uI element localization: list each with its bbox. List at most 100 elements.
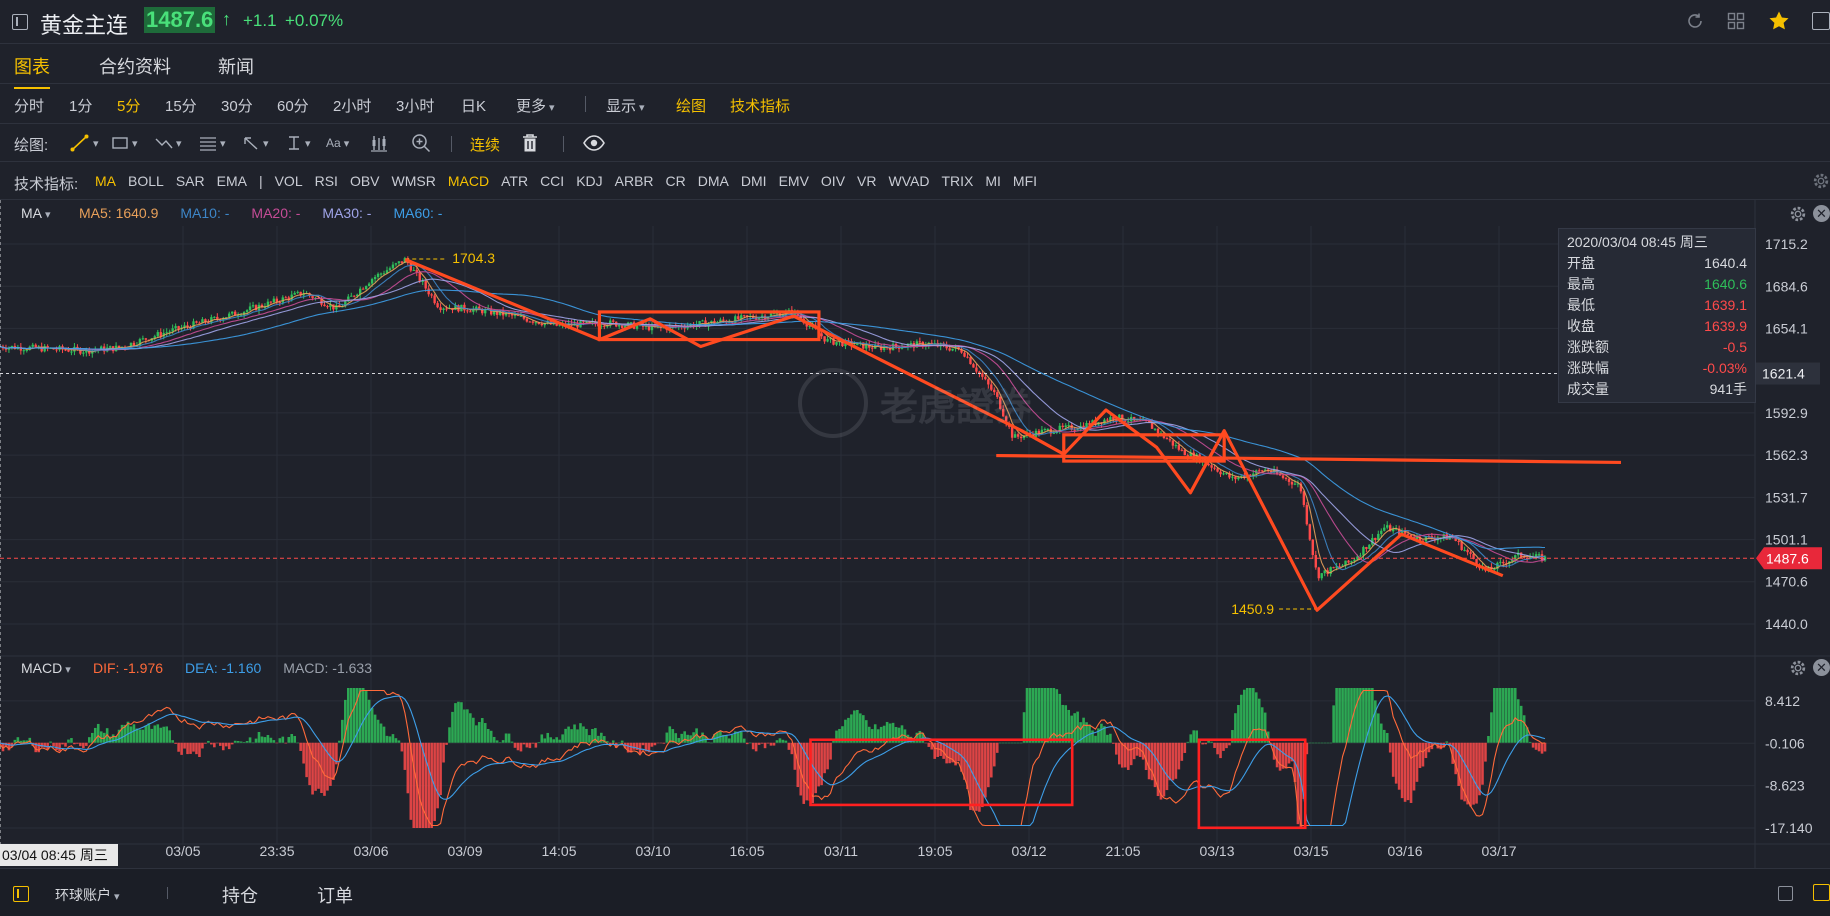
indicator-macd[interactable]: MACD [448,173,489,189]
macd-histogram-bar [641,742,645,746]
macd-histogram-bar [924,742,928,744]
measure-tool-icon[interactable] [286,124,311,162]
macd-histogram-bar [1216,742,1219,755]
macd-histogram-bar [412,742,416,828]
main-pane-close-icon[interactable]: ✕ [1813,205,1830,222]
account-panel-icon[interactable] [13,886,29,902]
macd-histogram-bar [1332,705,1335,743]
macd-histogram-bar [549,737,553,743]
period-more-dropdown[interactable]: 更多 [516,95,555,116]
orders-tab[interactable]: 订单 [317,882,353,908]
fibonacci-tool-icon[interactable] [199,124,226,162]
rectangle-tool-icon[interactable] [111,124,138,162]
indicator-rsi[interactable]: RSI [315,173,338,189]
macd-pane-close-icon[interactable]: ✕ [1813,659,1830,676]
candle-body [25,349,28,351]
indicator-arbr[interactable]: ARBR [615,173,654,189]
candle-body [1258,470,1261,472]
indicator-emv[interactable]: EMV [779,173,809,189]
macd-histogram-bar [418,742,422,828]
indicator-vol[interactable]: VOL [275,173,303,189]
main-indicator-selector[interactable]: MA [21,205,79,221]
candle-body [1287,478,1291,482]
candle-body [737,316,740,320]
candle-body [436,303,439,308]
macd-histogram-bar [742,738,746,743]
indicator-settings-gear-icon[interactable] [1812,172,1830,195]
period-3hour[interactable]: 3小时 [396,95,434,116]
indicator-atr[interactable]: ATR [501,173,528,189]
indicator-boll[interactable]: BOLL [128,173,164,189]
indicator-ema[interactable]: EMA [217,173,247,189]
popout-window-icon[interactable] [1778,886,1793,901]
trash-icon[interactable] [521,124,539,162]
continuous-draw-toggle[interactable]: 连续 [470,134,500,155]
period-1min[interactable]: 1分 [69,95,92,116]
period-60min[interactable]: 60分 [277,95,309,116]
text-tool[interactable]: Aa [326,124,349,162]
indicator-cr[interactable]: CR [666,173,686,189]
macd-histogram-bar [1031,688,1035,743]
line-tool-icon[interactable] [70,124,99,162]
macd-tick-label: 8.412 [1765,693,1800,709]
indicator-vr[interactable]: VR [857,173,876,189]
indicator-oiv[interactable]: OIV [821,173,845,189]
macd-histogram-bar [1445,741,1449,743]
macd-histogram-bar [751,742,755,750]
candle-body [1406,533,1410,535]
indicator-wmsr[interactable]: WMSR [392,173,436,189]
candle-body [388,268,392,271]
macd-pane-gear-icon[interactable] [1789,659,1807,682]
indicator-kdj[interactable]: KDJ [576,173,602,189]
tab-chart[interactable]: 图表 [14,53,50,89]
indicator-dma[interactable]: DMA [698,173,729,189]
account-selector[interactable]: 环球账户 [55,885,120,905]
star-favorite-icon[interactable] [1768,10,1790,32]
period-intraday[interactable]: 分时 [14,95,44,116]
indicator-trix[interactable]: TRIX [941,173,973,189]
display-dropdown[interactable]: 显示 [606,95,645,116]
sub-indicator-selector[interactable]: MACD [21,660,93,676]
macd-histogram-bar [1132,742,1136,760]
macd-histogram-bar [701,732,704,743]
macd-histogram-bar [480,718,484,743]
drawing-toolbar: 绘图: Aa 连续 [0,124,1830,162]
period-daily[interactable]: 日K [461,95,486,116]
candle-body [418,272,421,282]
indicator-sar[interactable]: SAR [176,173,205,189]
price-chart[interactable]: 03/05 23:35 03/06 03/09 14:05 03/10 16:05 03/11… [0,200,1830,870]
tab-news[interactable]: 新闻 [218,53,254,79]
time-tick-label: 03/12 [1011,843,1046,859]
side-panel-icon[interactable] [1813,884,1830,901]
indicator-dmi[interactable]: DMI [741,173,767,189]
period-30min[interactable]: 30分 [221,95,253,116]
indicator-cci[interactable]: CCI [540,173,564,189]
period-15min[interactable]: 15分 [165,95,197,116]
tab-contract-info[interactable]: 合约资料 [99,53,171,79]
panel-toggle-icon[interactable] [1812,12,1830,30]
indicator-toggle[interactable]: 技术指标 [730,95,790,116]
macd-histogram-bar [686,734,689,743]
period-5min[interactable]: 5分 [117,95,140,116]
period-2hour[interactable]: 2小时 [333,95,371,116]
zoom-icon[interactable] [411,124,431,162]
grid-layout-icon[interactable] [1727,12,1745,30]
macd-histogram-bar [620,740,624,743]
candle-body [67,350,70,352]
indicator-obv[interactable]: OBV [350,173,380,189]
time-tick-label: 03/13 [1199,843,1234,859]
main-pane-gear-icon[interactable] [1789,205,1807,228]
sidebar-toggle-icon[interactable] [12,14,28,30]
arrow-tool-icon[interactable] [242,124,269,162]
indicator-mfi[interactable]: MFI [1013,173,1037,189]
positions-tab[interactable]: 持仓 [222,882,258,908]
eye-visibility-icon[interactable] [583,124,605,162]
indicator-mi[interactable]: MI [985,173,1001,189]
indicator-wvad[interactable]: WVAD [889,173,930,189]
path-tool-icon[interactable] [155,124,182,162]
candle-tool-icon[interactable] [370,124,388,162]
draw-toggle[interactable]: 绘图 [676,95,706,116]
refresh-icon[interactable] [1686,12,1704,30]
indicator-ma[interactable]: MA [95,173,116,189]
price-tick-label: 1440.0 [1765,616,1808,632]
